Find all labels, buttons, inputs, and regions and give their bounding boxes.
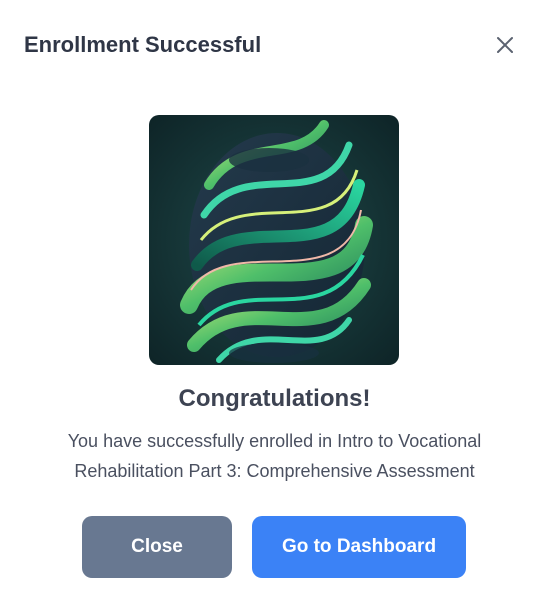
- close-icon: [495, 35, 515, 55]
- go-to-dashboard-button[interactable]: Go to Dashboard: [252, 516, 466, 578]
- congratulations-heading: Congratulations!: [178, 385, 371, 412]
- enrollment-message: You have successfully enrolled in Intro …: [67, 431, 482, 481]
- dialog-title: Enrollment Successful: [24, 32, 262, 57]
- enrollment-success-dialog: Enrollment Successful Congratulations! Y…: [0, 0, 549, 601]
- close-button[interactable]: Close: [82, 516, 232, 578]
- close-dialog-button[interactable]: [489, 29, 521, 61]
- abstract-swirl-image: [149, 115, 399, 365]
